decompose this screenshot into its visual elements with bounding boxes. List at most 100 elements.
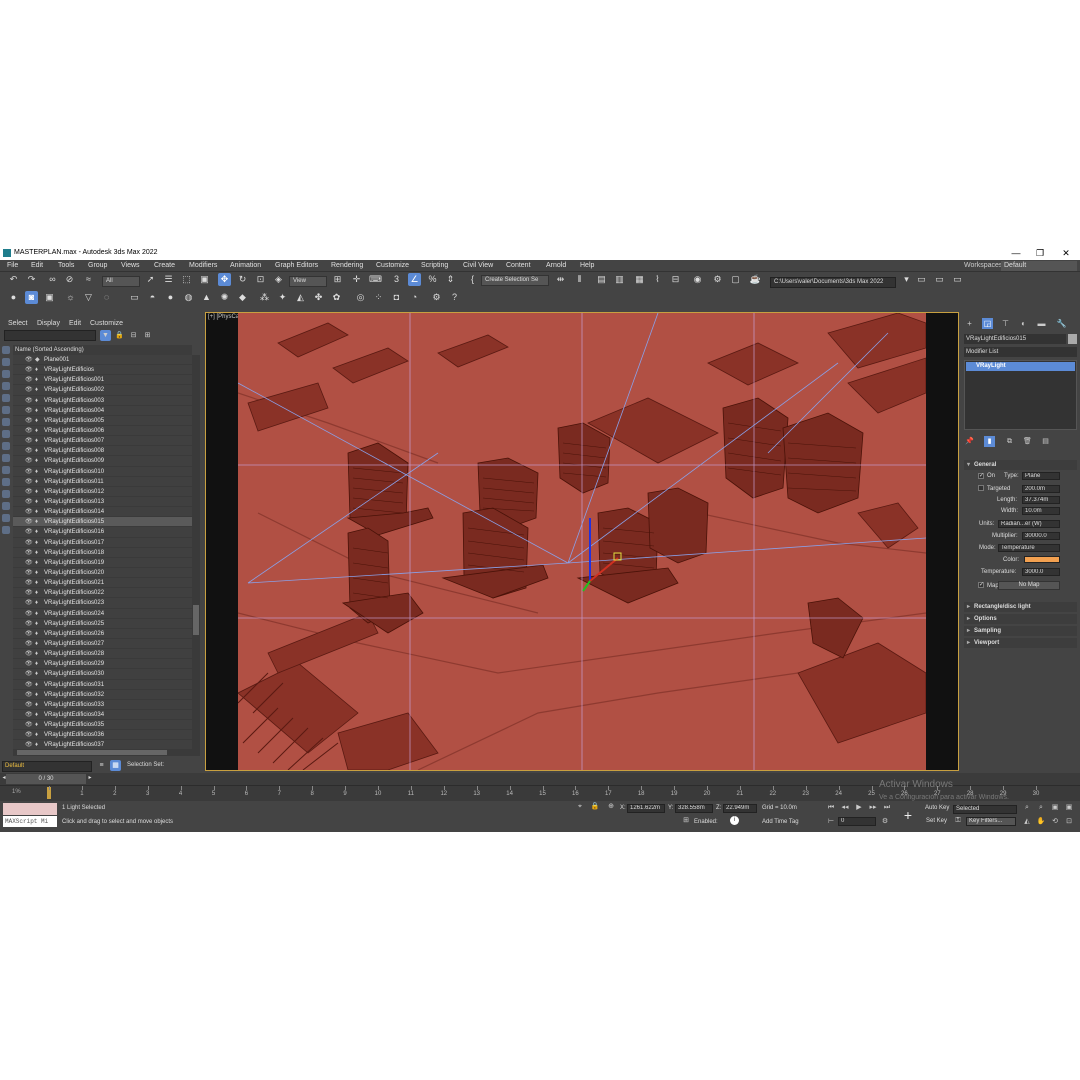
schematic-view-icon[interactable]: ⊟ (669, 273, 682, 286)
add-time-tag-button[interactable]: Add Time Tag (762, 819, 799, 825)
vray-obj-props-icon[interactable]: ◘ (390, 291, 403, 304)
vray-clipper-icon[interactable]: ✤ (312, 291, 325, 304)
menu-views[interactable]: Views (121, 262, 140, 269)
filter-helpers-icon[interactable] (2, 394, 10, 402)
menu-file[interactable]: File (7, 262, 18, 269)
select-by-name-icon[interactable]: ☰ (162, 273, 175, 286)
visibility-eye-icon[interactable]: 👁 (25, 740, 33, 749)
close-button[interactable]: ✕ (1060, 248, 1072, 258)
visibility-eye-icon[interactable]: 👁 (25, 436, 33, 446)
redo-icon[interactable]: ↷ (25, 273, 38, 286)
orbit-icon[interactable]: ⟲ (1050, 817, 1060, 827)
maxscript-input[interactable]: MAXScript Mi (3, 816, 57, 827)
sync-icon[interactable]: ⊞ (142, 330, 153, 341)
vray-proxy-icon[interactable]: ◆ (236, 291, 249, 304)
vray-fur-icon[interactable]: ⁂ (258, 291, 271, 304)
pivot-center-icon[interactable]: ⊞ (331, 273, 344, 286)
list-item[interactable]: 👁 ♦ VRayLightEdificios006 (13, 425, 192, 437)
visibility-eye-icon[interactable]: 👁 (25, 669, 33, 679)
list-item[interactable]: 👁 ♦ VRayLightEdificios002 (13, 385, 192, 396)
filter-all-icon[interactable] (2, 490, 10, 498)
list-item[interactable]: 👁 ♦ VRayLightEdificios031 (13, 679, 192, 690)
utilities-tab-icon[interactable]: 🔧 (1056, 318, 1067, 329)
lock-icon[interactable]: 🔒 (114, 330, 125, 341)
menu-create[interactable]: Create (154, 262, 175, 269)
list-item[interactable]: 👁 ♦ VRayLightEdificios025 (13, 618, 192, 629)
rollout-sampling[interactable]: Sampling (964, 626, 1077, 636)
rollout-general[interactable]: General (964, 460, 1077, 470)
visibility-eye-icon[interactable]: 👁 (25, 710, 33, 720)
list-item[interactable]: 👁 ♦ VRayLightEdificios030 (13, 669, 192, 680)
spinner-snap-icon[interactable]: ⇕ (444, 273, 457, 286)
multiplier-field[interactable]: 30000.0 (1022, 532, 1060, 540)
list-item[interactable]: 👁 ♦ VRayLightEdificios032 (13, 689, 192, 700)
vray-help-icon[interactable]: ? (448, 291, 461, 304)
select-object-icon[interactable]: ➚ (144, 273, 157, 286)
scroll-thumb[interactable] (17, 750, 167, 755)
temperature-field[interactable]: 3000.0 (1022, 568, 1060, 576)
list-item[interactable]: 👁 ♦ VRayLightEdificios015 (13, 517, 192, 528)
layer-stack-icon[interactable]: ≡ (96, 760, 107, 771)
list-item[interactable]: 👁 ♦ VRayLightEdificios035 (13, 720, 192, 731)
map-checkbox[interactable]: ✓ (978, 582, 984, 588)
menu-civil-view[interactable]: Civil View (463, 262, 493, 269)
list-item[interactable]: 👁 ♦ VRayLightEdificios028 (13, 649, 192, 660)
layer-dropdown[interactable]: Default (2, 761, 92, 772)
visibility-eye-icon[interactable]: 👁 (25, 375, 33, 385)
list-item[interactable]: 👁 ♦ VRayLightEdificios029 (13, 659, 192, 670)
remove-modifier-icon[interactable]: 🗑 (1022, 436, 1033, 447)
vray-teapot-icon[interactable]: ● (7, 291, 20, 304)
open-explorer-icon[interactable]: ▭ (915, 273, 928, 286)
maxscript-listener-mini[interactable] (3, 803, 57, 815)
percent-snap-icon[interactable]: % (426, 273, 439, 286)
explorer-search-input[interactable] (4, 330, 96, 341)
list-item[interactable]: 👁 ♦ VRayLightEdificios (13, 365, 192, 376)
width-field[interactable]: 10.0m (1022, 507, 1060, 515)
menu-rendering[interactable]: Rendering (331, 262, 363, 269)
curve-editor-icon[interactable]: ⌇ (651, 273, 664, 286)
list-item[interactable]: 👁 ♦ VRayLightEdificios034 (13, 709, 192, 721)
key-mode-icon[interactable]: ⊢ (826, 817, 836, 827)
filter-none-icon[interactable] (2, 502, 10, 510)
list-item[interactable]: 👁 ♦ VRayLightEdificios011 (13, 476, 192, 487)
menu-edit[interactable]: Edit (31, 262, 43, 269)
workspaces-dropdown[interactable]: Default (1001, 261, 1077, 271)
project-path-field[interactable]: C:\Users\valer\Documents\3ds Max 2022 (770, 277, 896, 288)
list-item[interactable]: 👁 ♦ VRayLightEdificios009 (13, 456, 192, 467)
vray-ies-icon[interactable]: ▽ (82, 291, 95, 304)
list-item[interactable]: 👁 ♦ VRayLightEdificios003 (13, 395, 192, 406)
visibility-eye-icon[interactable]: 👁 (25, 456, 33, 466)
visibility-eye-icon[interactable]: 👁 (25, 700, 33, 710)
vray-ambient-icon[interactable]: ◌ (100, 291, 113, 304)
window-crossing-icon[interactable]: ▣ (198, 273, 211, 286)
hierarchy-tab-icon[interactable]: ⊤ (1000, 318, 1011, 329)
filter-bones-icon[interactable] (2, 442, 10, 450)
time-slider-handle[interactable]: 0 / 30 (6, 774, 86, 784)
material-editor-icon[interactable]: ◉ (691, 273, 704, 286)
list-item[interactable]: 👁 ♦ VRayLightEdificios019 (13, 557, 192, 568)
list-item[interactable]: 👁 ♦ VRayLightEdificios013 (13, 496, 192, 508)
angle-snap-icon[interactable]: ∠ (408, 273, 421, 286)
rectangular-selection-icon[interactable]: ⬚ (180, 273, 193, 286)
key-filter-icon[interactable]: ⚿ (953, 816, 963, 826)
visibility-eye-icon[interactable]: 👁 (25, 507, 33, 517)
toggle-ribbon-icon[interactable]: ▦ (633, 273, 646, 286)
visibility-eye-icon[interactable]: 👁 (25, 659, 33, 669)
list-item[interactable]: 👁 ♦ VRayLightEdificios012 (13, 486, 192, 497)
vray-settings-icon[interactable]: ⚙ (430, 291, 443, 304)
visibility-eye-icon[interactable]: 👁 (25, 406, 33, 416)
set-key-big-icon[interactable]: + (900, 807, 916, 823)
visibility-eye-icon[interactable]: 👁 (25, 619, 33, 629)
hierarchy-icon[interactable]: ⊟ (128, 330, 139, 341)
menu-help[interactable]: Help (580, 262, 594, 269)
list-item[interactable]: 👁 ♦ VRayLightEdificios026 (13, 628, 192, 639)
zoom-all-icon[interactable]: ⌕ (1036, 803, 1046, 813)
visibility-eye-icon[interactable]: 👁 (25, 416, 33, 426)
list-item[interactable]: 👁 ♦ VRayLightEdificios008 (13, 446, 192, 457)
vray-enmesh-icon[interactable]: ✿ (330, 291, 343, 304)
modify-tab-icon[interactable]: ◲ (982, 318, 993, 329)
selection-lock-icon[interactable]: 🔒 (590, 802, 600, 812)
list-item[interactable]: 👁 ♦ VRayLightEdificios023 (13, 598, 192, 609)
move-icon[interactable]: ✥ (218, 273, 231, 286)
modifier-stack-item[interactable]: VRayLight (966, 362, 1075, 371)
